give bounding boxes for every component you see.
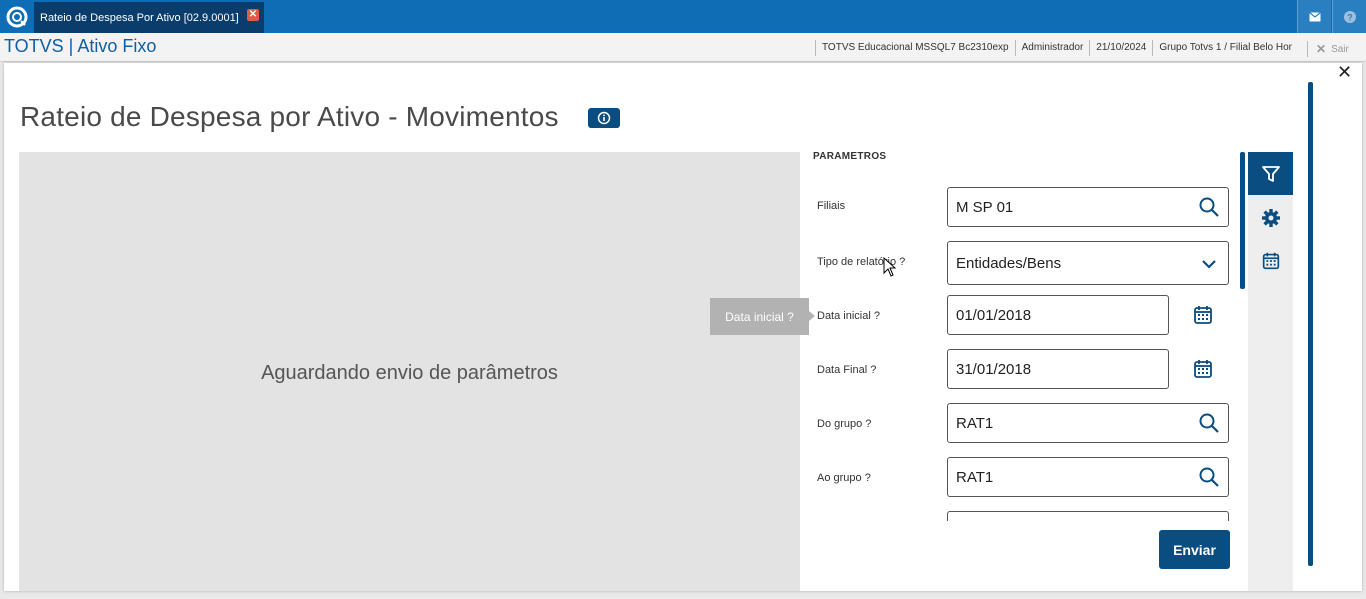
main-scrollbar[interactable]	[1308, 82, 1313, 566]
tipo-relatorio-select[interactable]: Entidades/Bens	[947, 241, 1229, 285]
date-label[interactable]: 21/10/2024	[1089, 40, 1152, 56]
rail-filter-button[interactable]	[1248, 152, 1293, 195]
tooltip: Data inicial ?	[710, 298, 815, 335]
gear-icon	[1261, 208, 1280, 227]
data-inicial-input[interactable]: 01/01/2018	[947, 295, 1169, 335]
chevron-down-icon[interactable]	[1198, 253, 1220, 275]
mouse-cursor-icon	[883, 257, 897, 277]
app-brand[interactable]: TOTVS | Ativo Fixo	[4, 36, 156, 57]
field-label-do-grupo: Do grupo ?	[817, 418, 872, 430]
data-final-input[interactable]: 31/01/2018	[947, 349, 1169, 389]
params-title: PARAMETROS	[813, 151, 887, 162]
ao-grupo-input[interactable]: RAT1	[947, 457, 1229, 497]
submit-button[interactable]: Enviar	[1159, 530, 1230, 569]
params-scrollbar[interactable]	[1240, 152, 1245, 289]
page-title: Rateio de Despesa por Ativo - Movimentos	[20, 101, 559, 132]
search-icon[interactable]	[1198, 466, 1220, 488]
user-label[interactable]: Administrador	[1014, 40, 1090, 56]
ao-grupo-value: RAT1	[956, 468, 994, 486]
filiais-value: M SP 01	[956, 198, 1014, 216]
close-icon: ✕	[1316, 42, 1327, 56]
next-field-partial[interactable]	[947, 511, 1229, 521]
rail-calendar-button[interactable]	[1248, 239, 1293, 282]
tab-rateio[interactable]: Rateio de Despesa Por Ativo [02.9.0001]	[34, 2, 264, 33]
session-info: TOTVS Educacional MSSQL7 Bc2310exp Admin…	[815, 39, 1298, 57]
totvs-logo-icon[interactable]	[0, 0, 33, 33]
field-label-data-final: Data Final ?	[817, 364, 877, 376]
calendar-icon[interactable]	[1191, 357, 1215, 381]
filter-icon	[1261, 165, 1280, 182]
search-icon[interactable]	[1198, 196, 1220, 218]
filiais-input[interactable]: M SP 01	[947, 187, 1229, 227]
top-bar: Rateio de Despesa Por Ativo [02.9.0001] …	[0, 0, 1366, 33]
environment-label[interactable]: TOTVS Educacional MSSQL7 Bc2310exp	[815, 40, 1015, 56]
search-icon[interactable]	[1198, 412, 1220, 434]
branch-label[interactable]: Grupo Totvs 1 / Filial Belo Hor	[1152, 40, 1298, 56]
tipo-relatorio-value: Entidades/Bens	[956, 254, 1062, 272]
field-label-data-inicial: Data inicial ?	[817, 310, 880, 322]
logout-button[interactable]: ✕ Sair	[1307, 41, 1349, 57]
info-icon[interactable]	[588, 108, 620, 128]
logout-label: Sair	[1331, 43, 1349, 55]
mail-icon[interactable]	[1297, 0, 1331, 33]
do-grupo-input[interactable]: RAT1	[947, 403, 1229, 443]
rail-settings-button[interactable]	[1248, 196, 1293, 239]
waiting-message: Aguardando envio de parâmetros	[261, 362, 558, 384]
do-grupo-value: RAT1	[956, 414, 994, 432]
help-icon[interactable]: ?	[1332, 0, 1366, 33]
calendar-icon[interactable]	[1191, 303, 1215, 327]
info-bar: TOTVS | Ativo Fixo TOTVS Educacional MSS…	[0, 33, 1366, 62]
calendar-icon	[1262, 252, 1279, 269]
data-inicial-value: 01/01/2018	[956, 306, 1032, 324]
svg-text:?: ?	[1347, 12, 1353, 22]
field-label-filiais: Filiais	[817, 200, 846, 212]
field-label-ao-grupo: Ao grupo ?	[817, 472, 871, 484]
report-preview-area: Aguardando envio de parâmetros	[19, 152, 800, 591]
close-panel-icon[interactable]: ✕	[1337, 63, 1352, 81]
tab-close-icon[interactable]: ✕	[247, 9, 259, 21]
tab-title: Rateio de Despesa Por Ativo [02.9.0001]	[40, 11, 239, 24]
data-final-value: 31/01/2018	[956, 360, 1032, 378]
